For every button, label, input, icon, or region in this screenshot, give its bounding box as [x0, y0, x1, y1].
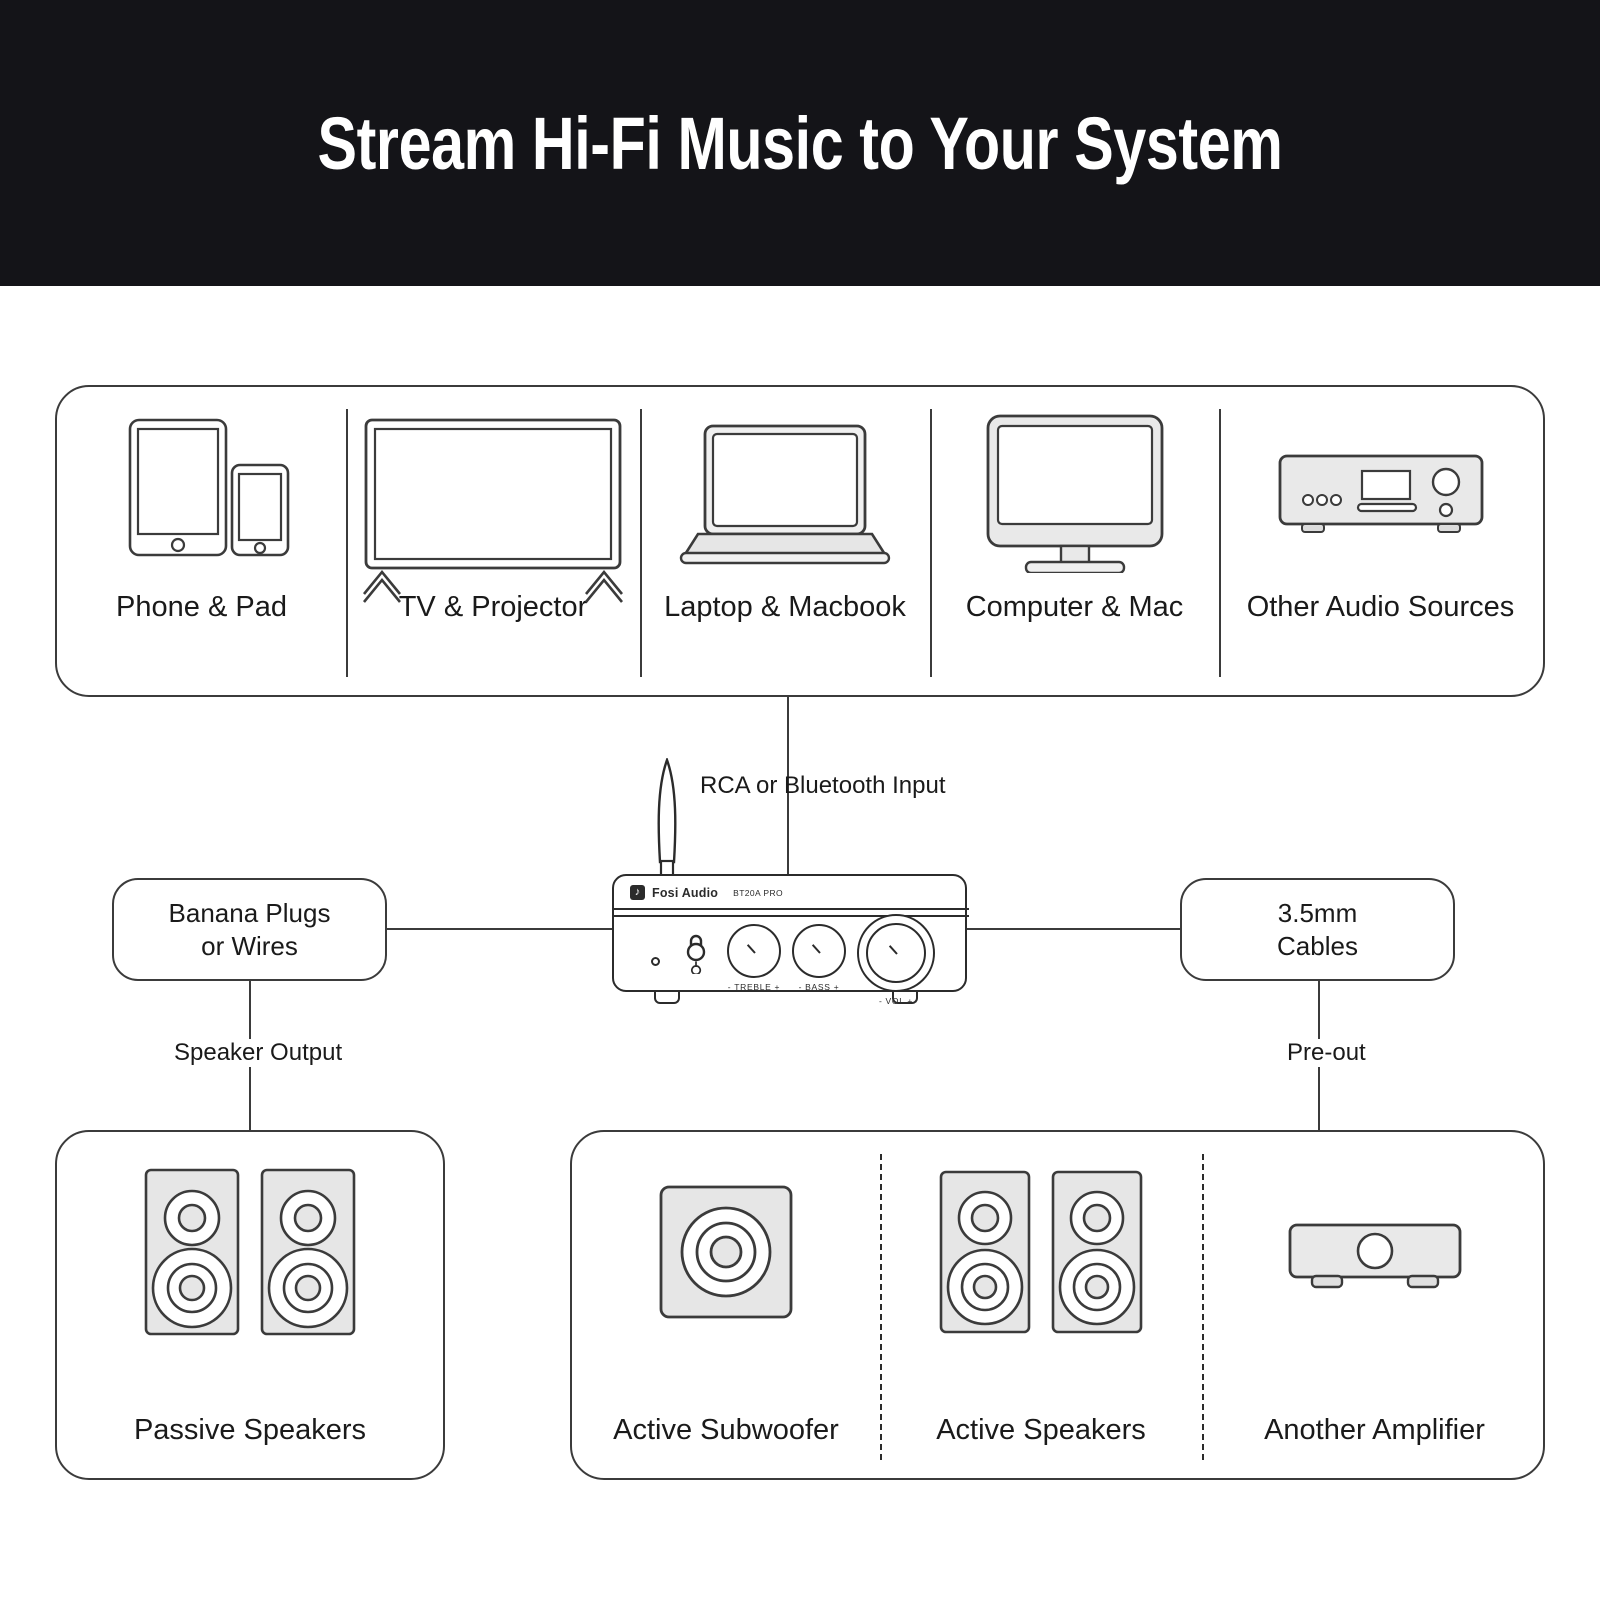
amp-to-cables-line — [967, 928, 1180, 930]
television-icon — [346, 387, 640, 577]
source-item-other-audio[interactable]: Other Audio Sources — [1219, 387, 1542, 699]
preout-label: Pre-out — [1281, 1039, 1372, 1067]
speaker-left-icon — [939, 1170, 1031, 1334]
source-item-label: Laptop & Macbook — [664, 591, 906, 623]
source-item-tv-projector[interactable]: TV & Projector — [346, 387, 640, 699]
television-legs-icon — [362, 569, 624, 603]
cables-box[interactable]: 3.5mm Cables — [1180, 878, 1455, 981]
volume-knob-inner — [866, 923, 926, 983]
output-item-label: Passive Speakers — [133, 1414, 367, 1446]
amp-to-banana-line — [387, 928, 612, 930]
bass-knob-label: - BASS + — [798, 982, 840, 992]
source-item-computer[interactable]: Computer & Mac — [930, 387, 1219, 699]
tablet-phone-icon — [57, 387, 346, 577]
amplifier-device[interactable]: ♪ Fosi Audio BT20A PRO - TREBLE + - BASS… — [612, 758, 969, 1006]
status-led-icon — [651, 957, 660, 966]
panel-rule-2 — [614, 915, 969, 917]
volume-knob[interactable] — [857, 914, 935, 992]
knob-indicator — [746, 944, 756, 954]
input-connection-label: RCA or Bluetooth Input — [700, 772, 946, 799]
laptop-icon — [640, 387, 930, 577]
banana-plugs-box[interactable]: Banana Plugs or Wires — [112, 878, 387, 981]
panel-rule-1 — [614, 908, 969, 910]
output-item-active-speakers[interactable]: Active Speakers — [880, 1132, 1202, 1482]
desktop-monitor-icon — [930, 387, 1219, 577]
passive-speakers-panel: Passive Speakers — [55, 1130, 445, 1480]
source-item-label: Phone & Pad — [116, 591, 287, 623]
source-item-label: Computer & Mac — [965, 591, 1184, 623]
knob-indicator — [811, 944, 821, 954]
speaker-output-label: Speaker Output — [168, 1039, 349, 1067]
stereo-receiver-icon — [1219, 387, 1542, 577]
outputs-panel: Active Subwoofer Active Speakers Another… — [570, 1130, 1545, 1480]
passive-speaker-pair-icon — [57, 1132, 443, 1372]
subwoofer-icon — [572, 1132, 880, 1372]
power-switch-icon[interactable] — [682, 934, 710, 974]
amplifier-foot-left — [654, 990, 680, 1004]
audio-sources-panel: Phone & Pad TV & Projector Laptop & Macb — [55, 385, 1545, 697]
amplifier-front-panel: ♪ Fosi Audio BT20A PRO - TREBLE + - BASS… — [612, 874, 969, 1006]
output-item-another-amplifier[interactable]: Another Amplifier — [1202, 1132, 1547, 1482]
speaker-right-icon — [260, 1168, 356, 1336]
brand-name: Fosi Audio — [652, 885, 719, 900]
speaker-left-icon — [144, 1168, 240, 1336]
brand-mark: ♪ Fosi Audio BT20A PRO — [630, 885, 783, 900]
antenna-icon — [657, 758, 677, 878]
amplifier-icon — [1202, 1132, 1547, 1372]
page-title: Stream Hi-Fi Music to Your System — [317, 101, 1283, 185]
model-number: BT20A PRO — [733, 887, 784, 898]
source-item-label: Other Audio Sources — [1246, 591, 1515, 623]
active-speaker-pair-icon — [880, 1132, 1202, 1372]
cables-label: 3.5mm Cables — [1277, 897, 1358, 961]
speaker-right-icon — [1051, 1170, 1143, 1334]
banana-plugs-label: Banana Plugs or Wires — [168, 897, 331, 961]
bass-knob[interactable] — [792, 924, 846, 978]
output-item-active-subwoofer[interactable]: Active Subwoofer — [572, 1132, 880, 1482]
fosi-logo-icon: ♪ — [630, 885, 645, 900]
source-item-phone-pad[interactable]: Phone & Pad — [57, 387, 346, 699]
output-item-passive-speakers[interactable]: Passive Speakers — [57, 1132, 443, 1482]
volume-knob-label: - VOL + — [878, 996, 914, 1006]
source-item-laptop[interactable]: Laptop & Macbook — [640, 387, 930, 699]
output-item-label: Active Speakers — [936, 1414, 1146, 1446]
output-item-label: Active Subwoofer — [613, 1414, 839, 1446]
treble-knob-label: - TREBLE + — [727, 982, 781, 992]
treble-knob[interactable] — [727, 924, 781, 978]
output-item-label: Another Amplifier — [1264, 1414, 1485, 1446]
knob-indicator — [888, 945, 898, 955]
header-banner: Stream Hi-Fi Music to Your System — [0, 0, 1600, 286]
